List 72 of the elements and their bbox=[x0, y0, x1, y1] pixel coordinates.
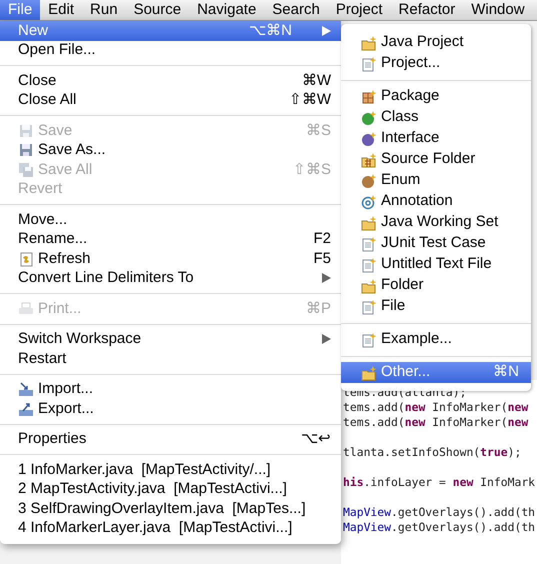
menu-item[interactable]: 2 MapTestActivity.java [MapTestActivi...] bbox=[0, 480, 341, 499]
menu-item[interactable]: Open File... bbox=[0, 40, 341, 60]
menu-item[interactable]: 1 InfoMarker.java [MapTestActivity/...] bbox=[0, 460, 341, 480]
menu-item[interactable]: Move... bbox=[0, 210, 341, 230]
menu-item[interactable]: Folder bbox=[341, 275, 531, 296]
submenu-arrow-icon bbox=[322, 26, 331, 36]
code-line: tems.add(new InfoMarker(new bbox=[343, 415, 528, 430]
menu-item[interactable]: Import... bbox=[0, 380, 341, 399]
printer-icon bbox=[18, 300, 34, 317]
menu-item[interactable]: Rename... F2 bbox=[0, 230, 341, 249]
menu-item[interactable]: Annotation bbox=[341, 191, 531, 212]
code-line: tems.add(new InfoMarker(new bbox=[343, 400, 528, 415]
page-star-icon bbox=[361, 56, 377, 72]
menu-item[interactable]: Untitled Text File bbox=[341, 254, 531, 275]
circle-icon bbox=[361, 172, 377, 188]
menu-item[interactable]: Switch Workspace bbox=[0, 330, 341, 349]
page-star-icon bbox=[361, 298, 377, 314]
tray-out-arrow-icon bbox=[18, 400, 34, 417]
menu-bar-item[interactable]: Search bbox=[264, 0, 328, 20]
floppy-disks-icon bbox=[18, 162, 34, 178]
folder-star-icon bbox=[361, 34, 377, 50]
menu-bar-item[interactable]: Edit bbox=[40, 0, 82, 20]
code-line: tlanta.setInfoShown(true); bbox=[343, 445, 522, 460]
page-star-icon bbox=[361, 236, 377, 252]
menu-item[interactable]: Save As... bbox=[0, 140, 341, 160]
menu-item[interactable]: Properties ⌥↩ bbox=[0, 430, 341, 449]
tray-in-arrow-icon bbox=[18, 381, 34, 398]
menu-item[interactable]: JUnit Test Case bbox=[341, 233, 531, 254]
menu-item[interactable]: Java Project bbox=[341, 32, 531, 53]
menu-bar-item[interactable]: Source bbox=[126, 0, 190, 20]
menu-item[interactable]: 4 InfoMarkerLayer.java [MapTestActivi...] bbox=[0, 518, 341, 538]
menu-item[interactable]: File bbox=[341, 296, 531, 317]
menu-item[interactable]: Project... bbox=[341, 53, 531, 74]
page-star-icon bbox=[361, 332, 377, 348]
menu-item[interactable]: Convert Line Delimiters To bbox=[0, 268, 341, 288]
code-line: MapView.getOverlays().add(th bbox=[343, 520, 536, 535]
menu-item[interactable]: Example... bbox=[341, 329, 531, 350]
submenu-arrow-icon bbox=[322, 334, 331, 344]
menu-item[interactable]: Enum bbox=[341, 170, 531, 191]
page-star-icon bbox=[361, 256, 377, 272]
circle-icon bbox=[361, 130, 377, 146]
package-icon bbox=[361, 88, 377, 104]
menu-item[interactable]: New ⌥⌘N bbox=[0, 21, 341, 40]
menu-item[interactable]: 3 SelfDrawingOverlayItem.java [MapTes...] bbox=[0, 499, 341, 518]
menu-bar-item[interactable]: File bbox=[0, 0, 40, 20]
menu-item[interactable]: Java Working Set bbox=[341, 212, 531, 233]
menu-item[interactable]: Class bbox=[341, 107, 531, 128]
menu-bar-item[interactable]: Window bbox=[463, 0, 533, 20]
folder-grid-icon bbox=[361, 152, 377, 168]
refresh-icon bbox=[18, 250, 34, 267]
code-line: his.infoLayer = new InfoMark bbox=[343, 475, 536, 490]
menu-item[interactable]: Interface bbox=[341, 128, 531, 149]
at-sign-icon bbox=[361, 194, 377, 210]
menu-item[interactable]: Source Folder bbox=[341, 149, 531, 170]
menu-item[interactable]: Package bbox=[341, 86, 531, 107]
menu-item[interactable]: Export... bbox=[0, 399, 341, 418]
code-line: tems.add(atlanta); bbox=[343, 385, 466, 400]
menu-item[interactable]: Refresh F5 bbox=[0, 249, 341, 268]
circle-icon bbox=[361, 110, 377, 126]
menu-item[interactable]: Other... ⌘N bbox=[341, 362, 531, 383]
menu-item[interactable]: Close ⌘W bbox=[0, 71, 341, 90]
menu-bar-item[interactable]: Refactor bbox=[390, 0, 464, 20]
folder-icon bbox=[361, 278, 377, 294]
folder-icon bbox=[361, 364, 377, 380]
menu-item[interactable]: Close All ⇧⌘W bbox=[0, 90, 341, 110]
code-line: MapView.getOverlays().add(th bbox=[343, 505, 536, 520]
menu-bar-item[interactable]: Run bbox=[82, 0, 126, 20]
folder-icon bbox=[361, 214, 377, 230]
submenu-arrow-icon bbox=[322, 273, 331, 284]
menu-bar-item[interactable]: Navigate bbox=[189, 0, 264, 20]
menu-bar-item[interactable]: Project bbox=[328, 0, 391, 20]
menu-item[interactable]: Restart bbox=[0, 349, 341, 368]
